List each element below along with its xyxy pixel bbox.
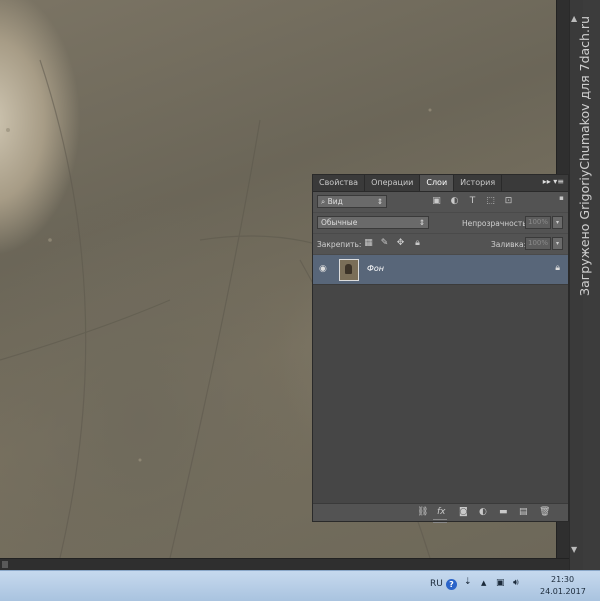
opacity-dropdown-icon[interactable]: ▾ [552, 216, 563, 229]
lock-row: Закрепить: ▦ ✎ ✥ 🔒︎ Заливка: 100% ▾ [313, 234, 568, 255]
filter-kind-select[interactable]: ⌕ Вид ⇕ [317, 195, 387, 208]
tab-layers[interactable]: Слои [420, 175, 455, 191]
adjustment-layer-icon[interactable]: ◐ [479, 507, 487, 517]
layers-panel-footer: ⛓ fx ◙ ◐ ▬ ▤ 🗑︎ [313, 503, 568, 523]
lock-pixels-icon[interactable]: ✎ [379, 238, 390, 248]
panel-tabs: Свойства Операции Слои История ▸▸ ▾≡ [313, 175, 568, 192]
new-layer-icon[interactable]: ▤ [519, 507, 528, 517]
search-icon: ⌕ [321, 197, 326, 206]
chevron-down-icon: ⇕ [418, 218, 425, 227]
help-icon[interactable]: ? [446, 579, 457, 590]
opacity-label: Непрозрачность: [462, 219, 530, 228]
windows-taskbar: RU ? ⇣ ▲ ▣ 🔊︎ 21:30 24.01.2017 [0, 570, 600, 601]
lock-all-icon[interactable]: 🔒︎ [412, 238, 423, 248]
filter-row: ⌕ Вид ⇕ ▣ ◐ T ⬚ ⊡ ▪ [313, 192, 568, 213]
eye-icon[interactable]: ◉ [319, 264, 331, 274]
filter-kind-label: Вид [327, 197, 343, 206]
scroll-down-arrow-icon[interactable]: ▼ [571, 545, 577, 554]
filter-toggle-icon[interactable]: ▪ [556, 194, 567, 202]
fill-dropdown-icon[interactable]: ▾ [552, 237, 563, 250]
layer-row-background[interactable]: ◉ Фон 🔒︎ [313, 255, 568, 285]
watermark-text: Загружено GrigoriyChumakov для 7dach.ru [577, 16, 592, 296]
new-group-folder-icon[interactable]: ▬ [499, 507, 508, 517]
show-hidden-icons-icon[interactable]: ▲ [481, 579, 486, 587]
clock-time[interactable]: 21:30 [551, 575, 574, 584]
lock-label: Закрепить: [317, 240, 362, 249]
language-indicator[interactable]: RU [430, 579, 443, 589]
filter-adjustment-icon[interactable]: ◐ [449, 196, 460, 206]
tab-actions[interactable]: Операции [365, 175, 421, 191]
tab-history[interactable]: История [454, 175, 503, 191]
lock-icon: 🔒︎ [555, 263, 560, 273]
network-icon[interactable]: ▣ [496, 578, 505, 588]
volume-icon[interactable]: 🔊︎ [513, 578, 519, 588]
layers-panel: Свойства Операции Слои История ▸▸ ▾≡ ⌕ В… [312, 174, 569, 523]
chevron-down-icon: ⇕ [376, 197, 383, 206]
lock-position-icon[interactable]: ✥ [395, 238, 406, 248]
filter-shape-icon[interactable]: ⬚ [485, 196, 496, 206]
opacity-input[interactable]: 100% [525, 216, 551, 229]
watermark: Загружено GrigoriyChumakov для 7dach.ru [577, 16, 599, 536]
filter-type-icon[interactable]: T [467, 196, 478, 206]
fill-label: Заливка: [491, 240, 527, 249]
notification-icon[interactable]: ⇣ [464, 577, 472, 587]
link-layers-icon[interactable]: ⛓ [417, 507, 428, 517]
blend-mode-value: Обычные [321, 218, 358, 227]
blend-mode-select[interactable]: Обычные ⇕ [317, 216, 429, 229]
add-mask-icon[interactable]: ◙ [459, 507, 468, 517]
trash-icon[interactable]: 🗑︎ [539, 507, 550, 517]
fill-input[interactable]: 100% [525, 237, 551, 250]
blend-row: Обычные ⇕ Непрозрачность: 100% ▾ [313, 213, 568, 234]
tab-properties[interactable]: Свойства [313, 175, 366, 191]
layer-name[interactable]: Фон [367, 264, 384, 273]
layer-thumbnail [339, 259, 359, 281]
filter-pixel-icon[interactable]: ▣ [431, 196, 442, 206]
filter-smart-object-icon[interactable]: ⊡ [503, 196, 514, 206]
horizontal-scroll-thumb[interactable] [2, 561, 8, 568]
layer-style-fx-icon[interactable]: fx [437, 507, 446, 517]
layer-list: ◉ Фон 🔒︎ [313, 255, 568, 505]
clock-date[interactable]: 24.01.2017 [540, 587, 586, 596]
panel-resize-grip[interactable] [433, 519, 447, 523]
panel-menu-icon[interactable]: ▸▸ ▾≡ [543, 177, 564, 186]
lock-transparency-icon[interactable]: ▦ [363, 238, 374, 248]
